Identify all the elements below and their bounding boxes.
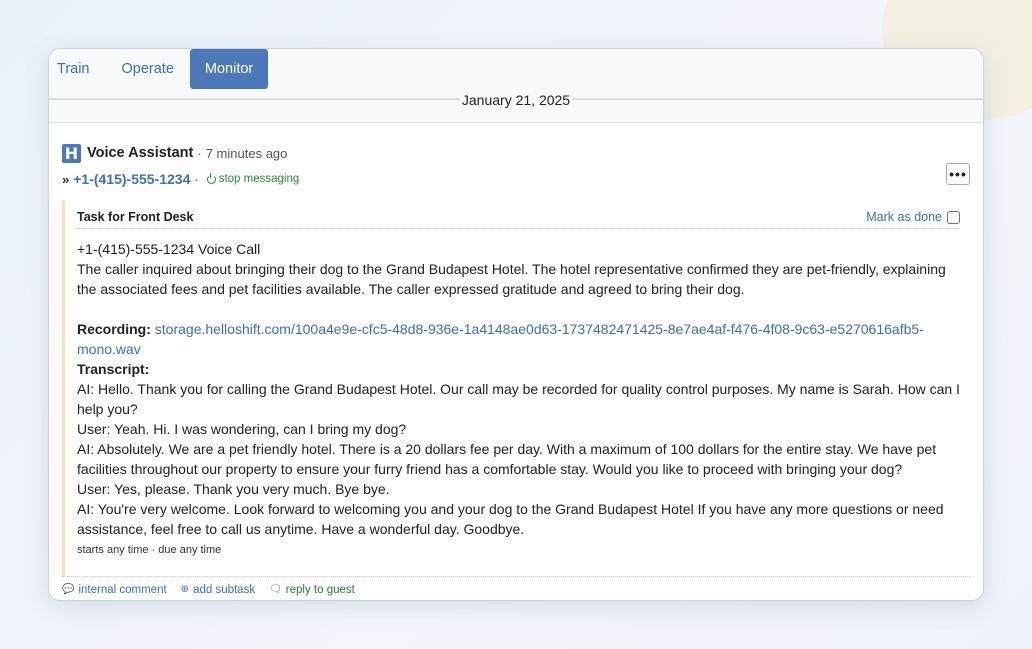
- internal-comment-button[interactable]: 💬 internal comment: [62, 584, 167, 596]
- timestamp: 7 minutes ago: [205, 145, 288, 161]
- internal-comment-label: internal comment: [78, 583, 167, 596]
- transcript-line: User: Yeah. Hi. I was wondering, can I b…: [77, 421, 407, 437]
- call-line: +1-(415)-555-1234 Voice Call: [77, 241, 261, 257]
- guest-phone-row: » +1-(415)-555-1234 · stop messaging: [62, 170, 970, 188]
- task-body: +1-(415)-555-1234 Voice Call The caller …: [77, 239, 960, 539]
- call-summary: The caller inquired about bringing their…: [77, 261, 946, 297]
- mark-done-checkbox[interactable]: [947, 210, 960, 224]
- tab-monitor[interactable]: Monitor: [189, 49, 269, 89]
- power-icon: [206, 172, 216, 184]
- message-post: H Voice Assistant · 7 minutes ago ••• » …: [49, 143, 983, 576]
- transcript-line: AI: Absolutely. We are a pet friendly ho…: [77, 441, 937, 477]
- helloshift-logo-icon: H: [62, 143, 81, 163]
- task-card: Task for Front Desk Mark as done +1-(415…: [62, 200, 970, 576]
- guest-phone-link[interactable]: +1-(415)-555-1234: [73, 171, 190, 187]
- recording-line: Recording: storage.helloshift.com/100a4e…: [77, 319, 960, 359]
- separator: ·: [197, 145, 202, 161]
- reply-to-guest-button[interactable]: 🗨 reply to guest: [269, 584, 355, 596]
- comment-icon: 💬: [62, 584, 75, 595]
- transcript-label: Transcript:: [77, 361, 150, 377]
- date-divider: January 21, 2025: [49, 91, 983, 109]
- transcript-line: User: Yes, please. Thank you very much. …: [77, 481, 390, 497]
- task-header: Task for Front Desk Mark as done: [77, 209, 960, 229]
- phone-prefix: »: [62, 171, 70, 187]
- reply-to-guest-label: reply to guest: [285, 583, 355, 596]
- author-name: Voice Assistant: [87, 145, 194, 161]
- comments-icon: 🗨: [269, 584, 282, 595]
- stop-messaging-label: stop messaging: [218, 173, 300, 185]
- add-subtask-button[interactable]: ⊕ add subtask: [181, 584, 255, 596]
- tab-train[interactable]: Train: [49, 49, 106, 89]
- more-options-button[interactable]: •••: [946, 163, 970, 185]
- date-label: January 21, 2025: [459, 92, 573, 108]
- transcript-line: AI: You're very welcome. Look forward to…: [77, 501, 944, 537]
- top-nav: Train Operate Monitor January 21, 2025: [49, 49, 983, 108]
- recording-link[interactable]: storage.helloshift.com/100a4e9e-cfc5-48d…: [77, 321, 924, 357]
- mark-done-label: Mark as done: [866, 210, 942, 224]
- task-schedule: starts any time · due any time: [77, 544, 222, 556]
- task-title: Task for Front Desk: [77, 210, 194, 224]
- post-header: H Voice Assistant · 7 minutes ago: [62, 143, 970, 163]
- mark-as-done[interactable]: Mark as done: [866, 210, 960, 224]
- tab-operate[interactable]: Operate: [106, 49, 190, 89]
- transcript-line: AI: Hello. Thank you for calling the Gra…: [77, 381, 960, 417]
- post-actions: 💬 internal comment ⊕ add subtask 🗨 reply…: [62, 576, 970, 600]
- stop-messaging-link[interactable]: stop messaging: [206, 172, 300, 185]
- plus-circle-icon: ⊕: [180, 584, 190, 595]
- add-subtask-label: add subtask: [193, 583, 256, 596]
- app-window: Train Operate Monitor January 21, 2025 H…: [48, 48, 984, 601]
- recording-label: Recording:: [77, 321, 151, 337]
- separator: ·: [194, 171, 199, 187]
